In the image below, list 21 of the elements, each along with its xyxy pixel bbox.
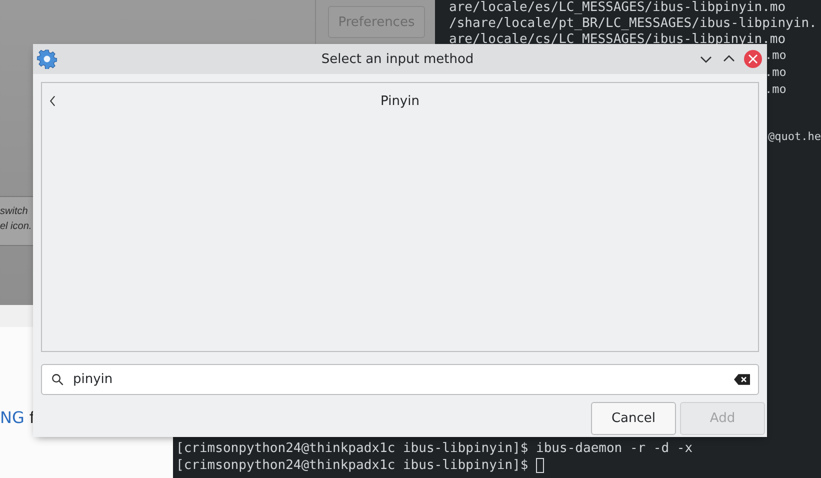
note-text: el icon. xyxy=(0,220,33,234)
terminal-line: @quot.he xyxy=(768,129,821,145)
terminal-line: /share/locale/pt_BR/LC_MESSAGES/ibus-libpinyin. xyxy=(449,16,817,32)
terminal-line: [crimsonpython24@thinkpadx1c ibus-libpinyin]$ ibus-daemon -r -d -x xyxy=(176,440,693,457)
note-text: switch xyxy=(0,205,29,219)
terminal-line: .mo xyxy=(765,47,788,64)
search-field[interactable]: pinyin xyxy=(41,364,759,395)
clear-icon[interactable] xyxy=(734,374,750,385)
dialog-button[interactable]: Cancel xyxy=(591,402,676,435)
gear-icon xyxy=(37,49,57,69)
terminal-line: [crimsonpython24@thinkpadx1c ibus-libpinyin]$ xyxy=(176,457,528,474)
back-button[interactable] xyxy=(49,94,57,108)
close-button[interactable] xyxy=(744,50,762,68)
terminal-line: .mo xyxy=(765,81,788,98)
search-icon xyxy=(51,373,64,386)
terminal-line: are/locale/es/LC_MESSAGES/ibus-libpinyin.mo xyxy=(449,0,787,16)
list-heading: Pinyin xyxy=(380,94,420,108)
link[interactable]: NG xyxy=(0,408,24,427)
terminal-line: are/locale/cs/LC_MESSAGES/ibus-libpinyin.mo xyxy=(449,32,787,48)
terminal-line: .mo xyxy=(765,64,788,81)
window-title: Select an input method xyxy=(321,52,474,66)
